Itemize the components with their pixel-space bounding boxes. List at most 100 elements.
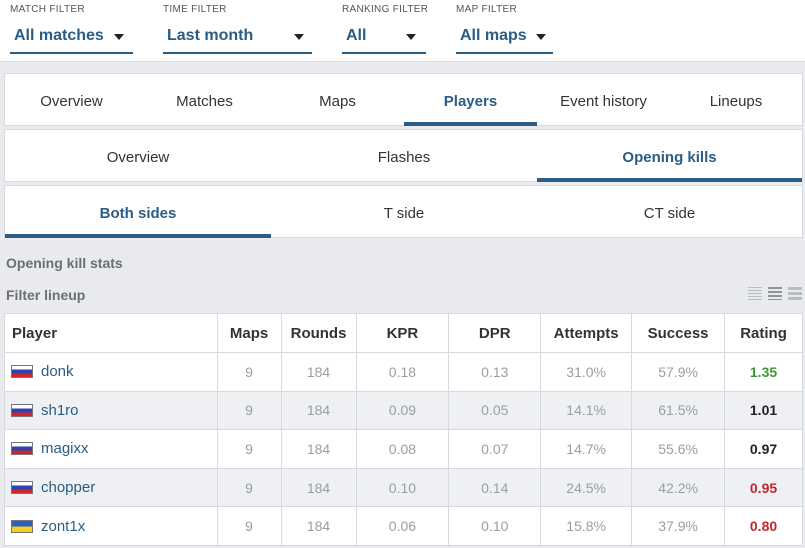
kpr-cell: 0.10 [355, 467, 450, 508]
sub-tabs: Overview Flashes Opening kills [4, 129, 803, 182]
subtab-flashes[interactable]: Flashes [271, 130, 537, 181]
ranking-filter[interactable]: RANKING FILTER All [342, 4, 429, 54]
player-cell[interactable]: zont1x [4, 506, 218, 546]
tab-players[interactable]: Players [404, 74, 537, 126]
tab-label: Lineups [709, 93, 763, 110]
time-filter-value: Last month [167, 27, 254, 44]
ranking-filter-select[interactable]: All [342, 20, 426, 54]
kpr-cell: 0.06 [355, 506, 450, 546]
sidetab-t-side[interactable]: T side [271, 186, 537, 237]
tab-matches[interactable]: Matches [138, 74, 271, 125]
compact-list-icon[interactable] [748, 286, 762, 300]
tab-label: Players [443, 93, 498, 110]
success-cell: 42.2% [631, 467, 726, 508]
russia-flag-icon [11, 365, 33, 379]
wide-list-icon[interactable] [788, 286, 802, 300]
sidetab-ct-side[interactable]: CT side [537, 186, 802, 237]
tab-label: Overview [106, 149, 170, 166]
tab-label: Event history [560, 93, 647, 110]
tab-label: Overview [40, 93, 103, 110]
attempts-cell: 24.5% [540, 467, 633, 508]
ukraine-flag-icon [11, 519, 33, 533]
side-tabs: Both sides T side CT side [4, 185, 803, 238]
header-rounds[interactable]: Rounds [280, 313, 357, 353]
table-row: donk 9 184 0.18 0.13 31.0% 57.9% 1.35 [4, 352, 803, 392]
tab-label: CT side [643, 205, 696, 222]
header-maps[interactable]: Maps [216, 313, 282, 353]
main-tabs: Overview Matches Maps Players Event hist… [4, 73, 803, 126]
header-rating[interactable]: Rating [724, 313, 803, 353]
dpr-cell: 0.14 [448, 467, 542, 508]
match-filter[interactable]: MATCH FILTER All matches [10, 4, 133, 54]
player-cell[interactable]: sh1ro [4, 390, 218, 431]
header-success[interactable]: Success [631, 313, 726, 353]
player-cell[interactable]: chopper [4, 467, 218, 508]
header-dpr[interactable]: DPR [448, 313, 542, 353]
active-tab-underline [5, 234, 271, 238]
table-header-row: Player Maps Rounds KPR DPR Attempts Succ… [4, 313, 803, 353]
subtab-opening-kills[interactable]: Opening kills [537, 130, 802, 182]
rounds-cell: 184 [280, 506, 357, 546]
player-name[interactable]: donk [41, 363, 74, 380]
rating-cell: 0.97 [724, 429, 803, 469]
success-cell: 37.9% [631, 506, 726, 546]
success-cell: 61.5% [631, 390, 726, 431]
header-attempts[interactable]: Attempts [540, 313, 633, 353]
dpr-cell: 0.13 [448, 352, 542, 392]
tab-lineups[interactable]: Lineups [670, 74, 802, 125]
filter-bar: MATCH FILTER All matches TIME FILTER Las… [0, 0, 805, 62]
tab-label: Matches [176, 93, 233, 110]
layout-toggle [748, 286, 804, 300]
match-filter-value: All matches [14, 27, 104, 44]
rating-cell: 1.35 [724, 352, 803, 392]
tab-maps[interactable]: Maps [271, 74, 404, 125]
filter-lineup-label[interactable]: Filter lineup [6, 287, 85, 303]
success-cell: 55.6% [631, 429, 726, 469]
match-filter-label: MATCH FILTER [10, 4, 85, 15]
player-cell[interactable]: donk [4, 352, 218, 392]
attempts-cell: 15.8% [540, 506, 633, 546]
map-filter-label: MAP FILTER [456, 4, 517, 15]
player-name[interactable]: chopper [41, 479, 95, 496]
list-icon[interactable] [768, 286, 782, 300]
player-name[interactable]: zont1x [41, 518, 85, 535]
active-tab-underline [404, 122, 537, 126]
russia-flag-icon [11, 442, 33, 456]
subtab-overview[interactable]: Overview [5, 130, 271, 181]
player-name[interactable]: sh1ro [41, 402, 79, 419]
time-filter[interactable]: TIME FILTER Last month [163, 4, 312, 54]
chevron-down-icon [406, 34, 416, 40]
kpr-cell: 0.09 [355, 390, 450, 431]
header-player[interactable]: Player [4, 313, 218, 353]
player-name[interactable]: magixx [41, 440, 89, 457]
rounds-cell: 184 [280, 467, 357, 508]
chevron-down-icon [114, 34, 124, 40]
maps-cell: 9 [216, 352, 282, 392]
dpr-cell: 0.05 [448, 390, 542, 431]
tab-event-history[interactable]: Event history [537, 74, 670, 125]
kpr-cell: 0.08 [355, 429, 450, 469]
table-row: zont1x 9 184 0.06 0.10 15.8% 37.9% 0.80 [4, 506, 803, 546]
maps-cell: 9 [216, 429, 282, 469]
tab-label: Opening kills [622, 149, 717, 166]
map-filter[interactable]: MAP FILTER All maps [456, 4, 553, 54]
chevron-down-icon [294, 34, 304, 40]
attempts-cell: 14.7% [540, 429, 633, 469]
match-filter-select[interactable]: All matches [10, 20, 133, 54]
player-cell[interactable]: magixx [4, 429, 218, 469]
rating-cell: 0.80 [724, 506, 803, 546]
time-filter-select[interactable]: Last month [163, 20, 312, 54]
maps-cell: 9 [216, 467, 282, 508]
time-filter-label: TIME FILTER [163, 4, 227, 15]
map-filter-select[interactable]: All maps [456, 20, 553, 54]
tab-overview[interactable]: Overview [5, 74, 138, 125]
tab-label: Maps [319, 93, 356, 110]
header-kpr[interactable]: KPR [355, 313, 450, 353]
maps-cell: 9 [216, 506, 282, 546]
sidetab-both-sides[interactable]: Both sides [5, 186, 271, 238]
maps-cell: 9 [216, 390, 282, 431]
ranking-filter-label: RANKING FILTER [342, 4, 429, 15]
rating-cell: 1.01 [724, 390, 803, 431]
russia-flag-icon [11, 403, 33, 417]
table-row: magixx 9 184 0.08 0.07 14.7% 55.6% 0.97 [4, 429, 803, 469]
